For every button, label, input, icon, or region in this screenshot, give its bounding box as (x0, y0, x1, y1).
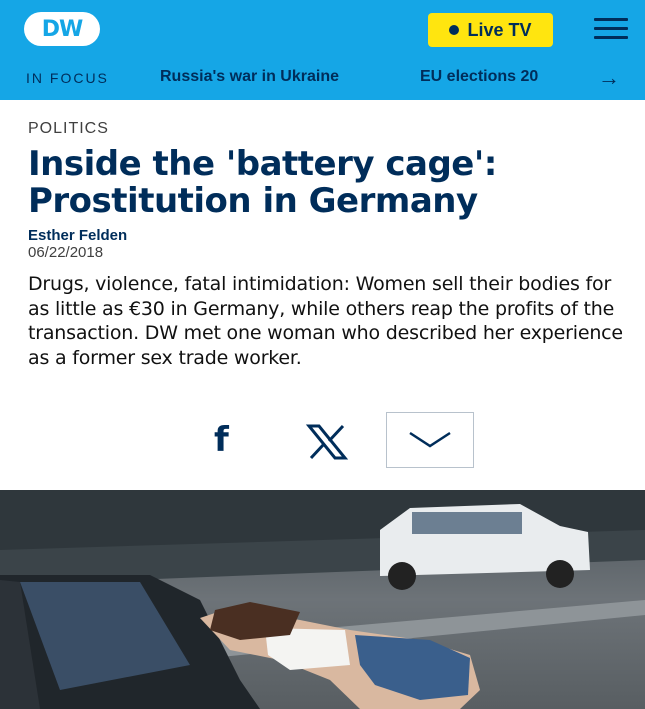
article-teaser: Drugs, violence, fatal intimidation: Wom… (28, 273, 623, 369)
article-kicker[interactable]: POLITICS (28, 120, 109, 138)
article-hero-image[interactable] (0, 490, 645, 709)
chevron-down-icon (409, 431, 451, 448)
hamburger-menu-icon[interactable] (594, 18, 628, 42)
dw-logo[interactable]: DW (24, 12, 100, 46)
share-more-button[interactable] (386, 412, 474, 468)
nav-link-ukraine[interactable]: Russia's war in Ukraine (160, 68, 339, 86)
x-icon[interactable] (305, 422, 349, 462)
article-date: 06/22/2018 (28, 244, 104, 261)
article-title: Inside the 'battery cage': Prostitution … (28, 144, 497, 221)
article-author[interactable]: Esther Felden (28, 227, 127, 244)
nav-link-eu-elections[interactable]: EU elections 20 (420, 68, 538, 86)
logo-text: DW (41, 16, 84, 42)
live-dot-icon (449, 25, 460, 35)
site-header: DW Live TV IN FOCUS Russia's war in Ukra… (0, 0, 645, 100)
facebook-icon[interactable]: f (214, 420, 244, 460)
arrow-right-icon[interactable]: → (598, 65, 620, 91)
in-focus-nav: IN FOCUS Russia's war in Ukraine EU elec… (0, 62, 645, 94)
in-focus-label: IN FOCUS (26, 70, 109, 86)
live-tv-label: Live TV (467, 19, 532, 40)
live-tv-button[interactable]: Live TV (428, 13, 553, 47)
